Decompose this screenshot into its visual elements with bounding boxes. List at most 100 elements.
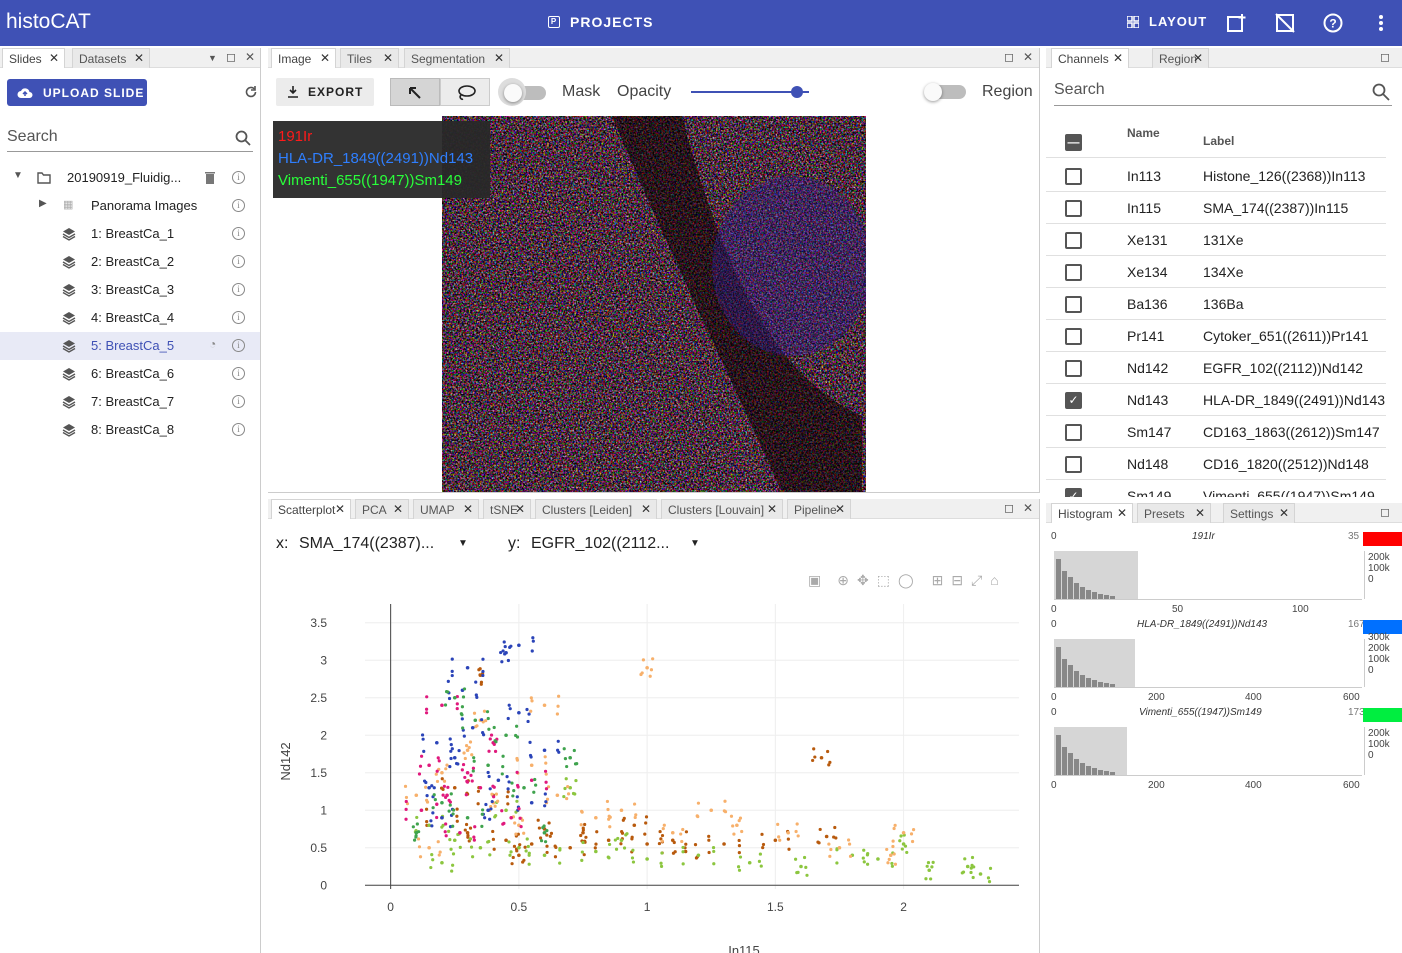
select-all-checkbox[interactable]: — xyxy=(1065,134,1082,151)
slider-thumb[interactable] xyxy=(791,86,804,98)
histogram-plot[interactable]: 0 35 191Ir 0 50 100 200k 100k 0 xyxy=(1046,528,1402,616)
camera-icon[interactable]: ▣ xyxy=(808,572,821,589)
channel-checkbox[interactable] xyxy=(1065,296,1082,313)
channel-row[interactable]: Nd148 CD16_1820((2512))Nd148 xyxy=(1046,448,1386,480)
zoom-in-icon[interactable]: ⊞ xyxy=(932,572,944,589)
opacity-slider[interactable] xyxy=(691,86,809,98)
tab-tsne[interactable]: tSNE ✕ xyxy=(483,499,531,519)
export-button[interactable]: EXPORT xyxy=(276,78,374,106)
expand-less-icon[interactable]: ▼ xyxy=(13,170,23,181)
close-icon[interactable]: ✕ xyxy=(1117,506,1127,520)
channel-row[interactable]: Ba136 136Ba xyxy=(1046,288,1386,320)
info-icon[interactable]: i xyxy=(232,367,245,380)
dropdown-icon[interactable]: ▼ xyxy=(208,53,217,63)
info-icon[interactable]: i xyxy=(232,339,245,352)
channel-checkbox[interactable] xyxy=(1065,264,1082,281)
maximize-icon[interactable]: ◻ xyxy=(1004,50,1014,64)
region-toggle[interactable] xyxy=(924,83,966,101)
tree-group-panorama[interactable]: ▶ ▦ Panorama Images i xyxy=(0,192,260,220)
close-icon[interactable]: ✕ xyxy=(1195,506,1205,520)
slide-item[interactable]: 6: BreastCa_6 i xyxy=(0,360,260,388)
tab-presets[interactable]: Presets ✕ xyxy=(1137,503,1211,523)
channel-checkbox[interactable] xyxy=(1065,424,1082,441)
channel-row[interactable]: Pr141 Cytoker_651((2611))Pr141 xyxy=(1046,320,1386,352)
open-viewer-icon[interactable]: ◔ xyxy=(209,337,216,351)
close-icon[interactable]: ✕ xyxy=(515,502,525,516)
channel-row[interactable]: ✓ Sm149 Vimenti_655((1947))Sm149 xyxy=(1046,480,1386,497)
zoom-out-icon[interactable]: ⊟ xyxy=(951,572,963,589)
channel-checkbox[interactable] xyxy=(1065,328,1082,345)
scatter-plot[interactable]: 0 0.5 1 1.5 2 0 0.5 1 1.5 2 2.5 3 3.5 In115 Nd142 xyxy=(268,599,1040,953)
pan-icon[interactable]: ✥ xyxy=(857,572,869,589)
slide-item[interactable]: 3: BreastCa_3 i xyxy=(0,276,260,304)
help-icon[interactable]: ? xyxy=(1323,13,1343,33)
slide-item[interactable]: 1: BreastCa_1 i xyxy=(0,220,260,248)
channel-row[interactable]: Xe134 134Xe xyxy=(1046,256,1386,288)
maximize-icon[interactable]: ◻ xyxy=(1380,50,1390,64)
y-axis-select[interactable]: y: EGFR_102((2112... ▼ xyxy=(508,535,708,557)
close-icon[interactable]: ✕ xyxy=(641,502,651,516)
tab-datasets[interactable]: Datasets ✕ xyxy=(72,48,150,68)
close-icon[interactable]: ✕ xyxy=(1279,506,1289,520)
slide-item[interactable]: 4: BreastCa_4 i xyxy=(0,304,260,332)
layout-button[interactable]: LAYOUT xyxy=(1127,14,1207,29)
slide-item[interactable]: 8: BreastCa_8 i xyxy=(0,416,260,444)
close-icon[interactable]: ✕ xyxy=(393,502,403,516)
slide-item[interactable]: 5: BreastCa_5 ◔ i xyxy=(0,332,260,360)
channel-row[interactable]: Xe131 131Xe xyxy=(1046,224,1386,256)
slides-search-input[interactable]: Search xyxy=(7,128,253,152)
tab-slides[interactable]: Slides ✕ xyxy=(2,48,65,68)
channel-checkbox[interactable] xyxy=(1065,456,1082,473)
channel-checkbox[interactable] xyxy=(1065,168,1082,185)
close-icon[interactable]: ✕ xyxy=(463,502,473,516)
maximize-icon[interactable]: ◻ xyxy=(1004,501,1014,515)
close-icon[interactable]: ✕ xyxy=(49,51,59,65)
tab-settings[interactable]: Settings ✕ xyxy=(1223,503,1295,523)
info-icon[interactable]: i xyxy=(232,171,245,184)
tab-tiles[interactable]: Tiles ✕ xyxy=(340,48,399,68)
close-icon[interactable]: ✕ xyxy=(1113,51,1123,65)
tab-pipeline[interactable]: Pipeline ✕ xyxy=(787,499,851,519)
delete-icon[interactable] xyxy=(205,171,215,184)
lasso-tool-button[interactable] xyxy=(440,78,490,106)
close-icon[interactable]: ✕ xyxy=(383,51,393,65)
projects-button[interactable]: P PROJECTS xyxy=(548,14,653,30)
channel-checkbox[interactable]: ✓ xyxy=(1065,488,1082,497)
channel-checkbox[interactable] xyxy=(1065,200,1082,217)
info-icon[interactable]: i xyxy=(232,311,245,324)
channel-checkbox[interactable]: ✓ xyxy=(1065,392,1082,409)
close-icon[interactable]: ✕ xyxy=(1193,51,1203,65)
channel-row[interactable]: ✓ Nd143 HLA-DR_1849((2491))Nd143 xyxy=(1046,384,1386,416)
mask-toggle[interactable] xyxy=(498,78,546,106)
channel-row[interactable]: Sm147 CD163_1863((2612))Sm147 xyxy=(1046,416,1386,448)
channel-checkbox[interactable] xyxy=(1065,232,1082,249)
channel-color-swatch[interactable] xyxy=(1363,708,1402,722)
slide-item[interactable]: 7: BreastCa_7 i xyxy=(0,388,260,416)
close-panel-icon[interactable]: ✕ xyxy=(1023,50,1033,64)
info-icon[interactable]: i xyxy=(232,423,245,436)
tissue-image[interactable] xyxy=(442,116,866,492)
crop-off-icon[interactable] xyxy=(1275,13,1295,33)
channel-checkbox[interactable] xyxy=(1065,360,1082,377)
info-icon[interactable]: i xyxy=(232,227,245,240)
zoom-icon[interactable]: ⊕ xyxy=(837,572,849,589)
info-icon[interactable]: i xyxy=(232,199,245,212)
histogram-plot[interactable]: 0 173 Vimenti_655((1947))Sm149 0 200 400 600 20… xyxy=(1046,704,1402,792)
close-icon[interactable]: ✕ xyxy=(335,502,345,516)
close-icon[interactable]: ✕ xyxy=(320,51,330,65)
channel-color-swatch[interactable] xyxy=(1363,532,1402,546)
tab-image[interactable]: Image ✕ xyxy=(271,48,336,68)
autoscale-icon[interactable]: ⤢ xyxy=(971,572,982,589)
tab-segmentation[interactable]: Segmentation ✕ xyxy=(404,48,510,68)
channel-row[interactable]: In115 SMA_174((2387))In115 xyxy=(1046,192,1386,224)
histogram-plot[interactable]: 0 167 HLA-DR_1849((2491))Nd143 0 200 400 600 30… xyxy=(1046,616,1402,704)
tab-umap[interactable]: UMAP ✕ xyxy=(413,499,479,519)
tab-region[interactable]: Region ✕ xyxy=(1152,48,1209,68)
info-icon[interactable]: i xyxy=(232,283,245,296)
tab-scatterplot[interactable]: Scatterplot ✕ xyxy=(271,499,351,519)
pointer-tool-button[interactable] xyxy=(390,78,440,106)
lasso-select-icon[interactable]: ◯ xyxy=(898,572,914,589)
channels-search-input[interactable]: Search xyxy=(1054,81,1392,106)
close-icon[interactable]: ✕ xyxy=(134,51,144,65)
tab-channels[interactable]: Channels ✕ xyxy=(1051,48,1129,68)
